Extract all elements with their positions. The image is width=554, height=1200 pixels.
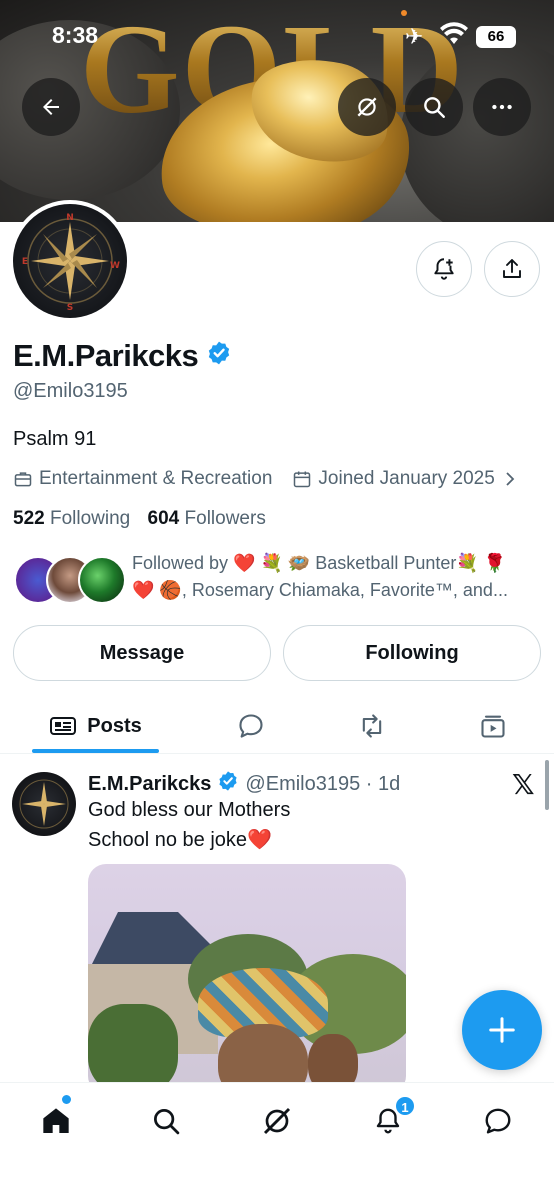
verified-icon xyxy=(217,770,239,798)
profile-meta: Entertainment & Recreation Joined Januar… xyxy=(13,468,523,490)
profile-name-row: E.M.Parikcks xyxy=(13,338,232,374)
profile-tabs: Posts xyxy=(0,698,554,754)
nav-search[interactable] xyxy=(144,1099,188,1143)
profile-joined: Joined January 2025 xyxy=(318,468,495,489)
post-avatar[interactable] xyxy=(12,772,76,836)
active-tab-indicator xyxy=(32,749,159,753)
airplane-icon: ✈ xyxy=(405,24,424,49)
status-bar: 8:38 ✈ 66 xyxy=(0,10,554,54)
home-icon xyxy=(43,1108,69,1133)
category-item: Entertainment & Recreation xyxy=(13,468,272,490)
tab-replies[interactable] xyxy=(226,698,276,754)
profile-handle: @Emilo3195 xyxy=(13,380,128,402)
post-author-name[interactable]: E.M.Parikcks xyxy=(88,773,211,796)
following-link[interactable]: 522 Following xyxy=(13,508,130,529)
battery-indicator: 66 xyxy=(476,26,516,48)
compass-avatar-image: N S E W xyxy=(13,204,127,318)
profile-avatar[interactable]: N S E W xyxy=(9,200,131,322)
wifi-icon xyxy=(440,22,468,51)
bell-plus-icon xyxy=(434,258,454,280)
tab-posts[interactable]: Posts xyxy=(32,698,159,754)
status-time: 8:38 xyxy=(52,22,99,48)
chevron-right-icon xyxy=(506,472,515,486)
followed-by-text[interactable]: Followed by ❤️ 💐 🪺 Basketball Punter💐 🌹 … xyxy=(132,550,542,604)
follow-counts: 522 Following 604 Followers xyxy=(13,508,266,530)
compass-icon: N S E W xyxy=(22,213,120,313)
scrollbar[interactable] xyxy=(545,760,549,810)
following-count: 522 xyxy=(13,508,45,529)
briefcase-icon xyxy=(14,472,32,487)
post-text-line: God bless our Mothers xyxy=(88,799,291,821)
share-icon xyxy=(503,259,521,278)
followed-by-line: ❤️ 🏀, Rosemary Chiamaka, Favorite™, and.… xyxy=(132,580,508,600)
svg-text:S: S xyxy=(67,303,73,313)
compass-icon xyxy=(19,779,69,829)
home-unread-dot xyxy=(62,1095,71,1104)
nav-messages[interactable] xyxy=(476,1099,520,1143)
recording-dot xyxy=(401,10,407,16)
share-button[interactable] xyxy=(484,241,540,297)
retweet-icon xyxy=(362,714,382,738)
message-button[interactable]: Message xyxy=(13,625,271,681)
search-icon xyxy=(424,97,445,118)
post-header: E.M.Parikcks @Emilo3195 · 1d xyxy=(88,770,400,798)
svg-text:N: N xyxy=(66,213,74,223)
back-arrow-icon xyxy=(43,99,59,115)
following-button[interactable]: Following xyxy=(283,625,541,681)
calendar-icon xyxy=(294,471,311,488)
bottom-navigation: 1 xyxy=(0,1082,554,1200)
plus-icon xyxy=(489,1017,515,1043)
tab-reposts[interactable] xyxy=(347,698,397,754)
x-logo-icon: 𝕏 xyxy=(512,768,535,801)
followed-by-avatars[interactable] xyxy=(14,556,126,606)
followers-link[interactable]: 604 Followers xyxy=(148,508,266,529)
messages-icon xyxy=(485,1108,511,1134)
profile-bio: Psalm 91 xyxy=(13,428,97,450)
more-icon xyxy=(492,104,512,110)
post-text-line: School no be joke❤️ xyxy=(88,829,272,851)
svg-text:E: E xyxy=(22,257,28,267)
more-button[interactable] xyxy=(473,78,531,136)
avatar xyxy=(78,556,126,604)
search-button[interactable] xyxy=(405,78,463,136)
notify-subscribe-button[interactable] xyxy=(416,241,472,297)
following-label: Following xyxy=(49,508,131,529)
followers-count: 604 xyxy=(147,508,180,529)
nav-grok[interactable] xyxy=(255,1099,299,1143)
tab-posts-label: Posts xyxy=(87,714,142,737)
tab-media[interactable] xyxy=(468,698,518,754)
joined-item[interactable]: Joined January 2025 xyxy=(292,468,522,490)
profile-name: E.M.Parikcks xyxy=(13,338,199,373)
posts-icon xyxy=(50,717,77,735)
svg-text:W: W xyxy=(110,261,120,271)
grok-button[interactable] xyxy=(338,78,396,136)
verified-icon xyxy=(206,338,232,374)
grok-icon xyxy=(357,97,377,117)
nav-home[interactable] xyxy=(34,1099,78,1143)
compose-post-button[interactable] xyxy=(462,990,542,1070)
followers-label: Followers xyxy=(184,508,266,529)
profile-category: Entertainment & Recreation xyxy=(39,468,273,489)
notification-badge: 1 xyxy=(394,1095,416,1117)
search-icon xyxy=(154,1109,180,1135)
back-button[interactable] xyxy=(22,78,80,136)
grok-icon xyxy=(263,1107,291,1135)
reply-icon xyxy=(239,714,263,738)
media-icon xyxy=(481,715,505,738)
followed-by-line: Followed by ❤️ 💐 🪺 Basketball Punter💐 🌹 xyxy=(132,553,507,573)
post-media-image[interactable] xyxy=(88,864,406,1094)
post-handle-time: @Emilo3195 · 1d xyxy=(245,772,401,795)
plant xyxy=(88,1004,178,1094)
